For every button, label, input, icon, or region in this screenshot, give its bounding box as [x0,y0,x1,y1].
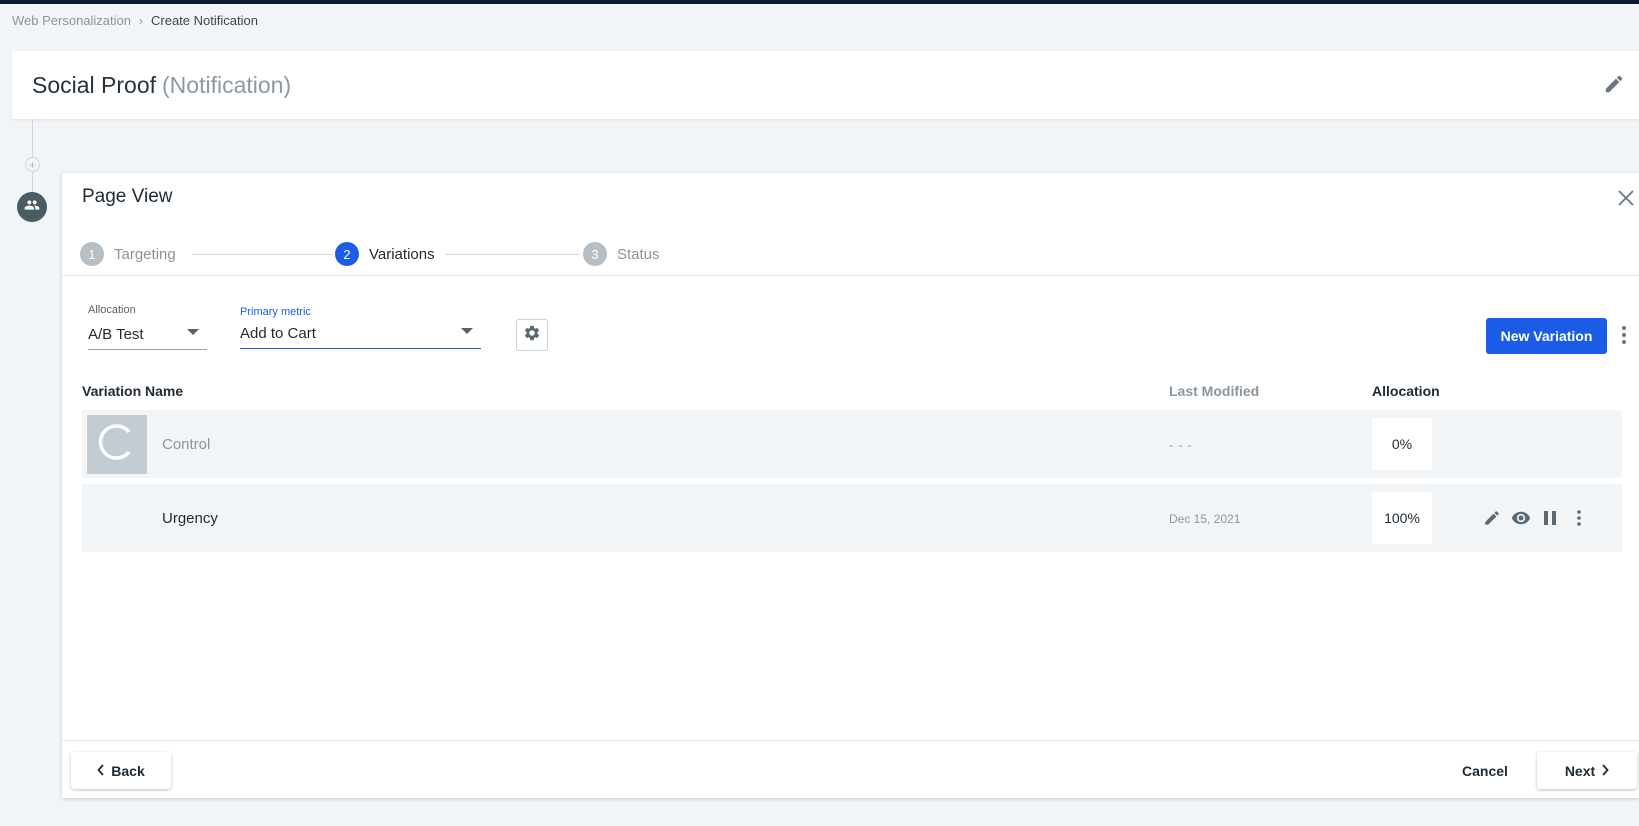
metric-settings-button[interactable] [516,319,548,351]
primary-metric-value: Add to Cart [240,325,316,342]
chevron-down-icon [187,329,199,335]
step-status[interactable]: 3 Status [583,242,660,266]
pencil-icon[interactable] [1482,508,1502,528]
page-title: Social Proof [32,71,157,98]
variation-thumbnail: C [87,415,147,474]
step-connector [445,254,579,255]
last-modified: - - - [1169,438,1193,452]
cancel-button[interactable]: Cancel [1450,752,1520,789]
top-bar [0,0,1639,4]
allocation-input[interactable]: 100% [1372,492,1432,544]
step-number: 3 [583,242,607,266]
next-label: Next [1564,762,1596,779]
header-last-modified: Last Modified [1169,383,1260,399]
back-label: Back [111,762,145,779]
chevron-down-icon [461,328,473,334]
primary-metric-select[interactable]: Add to Cart [240,316,481,349]
add-step-icon[interactable]: + [25,157,40,172]
allocation-select[interactable]: A/B Test [88,317,207,350]
breadcrumb-web-personalization[interactable]: Web Personalization [12,13,131,28]
next-button[interactable]: Next [1537,752,1637,789]
gear-icon [523,324,541,347]
table-row[interactable]: C Control - - - 0% [82,410,1622,478]
step-number: 1 [80,242,104,266]
table-row[interactable]: Urgency Dec 15, 2021 100% [82,484,1622,552]
header-allocation: Allocation [1372,383,1440,399]
edit-title-icon[interactable] [1603,73,1625,95]
panel-divider [62,275,1639,276]
step-number: 2 [335,242,359,266]
page-view-panel: Page View 1 Targeting 2 Variations 3 Sta… [62,173,1639,798]
breadcrumb-separator: › [139,13,143,28]
last-modified: Dec 15, 2021 [1169,512,1241,526]
users-icon [24,197,40,218]
page-header: Social Proof (Notification) [12,51,1639,119]
chevron-right-icon [1601,763,1609,779]
back-button[interactable]: Back [71,752,171,789]
step-label: Status [617,245,660,263]
stepper: 1 Targeting 2 Variations 3 Status [80,242,680,268]
step-connector [192,254,332,255]
allocation-label: Allocation [88,304,136,316]
audience-node[interactable] [17,192,47,222]
panel-title: Page View [82,186,173,207]
breadcrumb: Web Personalization › Create Notificatio… [12,13,258,28]
eye-icon[interactable] [1511,508,1531,528]
footer-divider [62,740,1639,741]
allocation-input[interactable]: 0% [1372,418,1432,470]
row-actions [1482,508,1589,528]
variation-name: Control [162,436,211,453]
control-thumbnail-letter [95,420,139,469]
breadcrumb-current: Create Notification [151,13,258,28]
step-label: Targeting [114,245,176,263]
chevron-left-icon [97,763,105,779]
new-variation-button[interactable]: New Variation [1486,318,1607,354]
kebab-icon[interactable] [1617,322,1631,348]
header-variation-name: Variation Name [82,383,184,399]
page-subtitle: (Notification) [162,71,292,98]
pause-icon[interactable] [1540,508,1560,528]
kebab-icon[interactable] [1569,508,1589,528]
step-variations[interactable]: 2 Variations [335,242,435,266]
step-label: Variations [369,245,435,263]
close-icon[interactable] [1617,189,1635,207]
variation-name: Urgency [162,510,218,527]
allocation-value: A/B Test [88,326,144,343]
step-targeting[interactable]: 1 Targeting [80,242,176,266]
